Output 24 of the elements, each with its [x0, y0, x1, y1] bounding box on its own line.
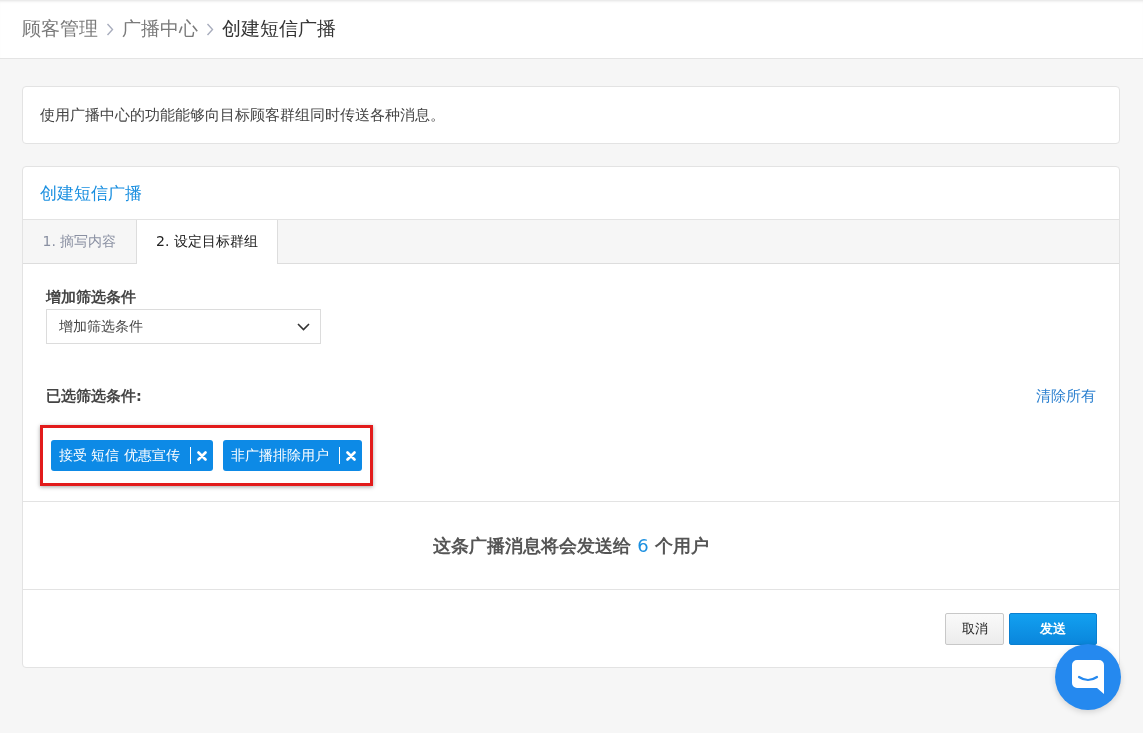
- breadcrumb-link[interactable]: 顾客管理: [22, 16, 98, 42]
- step-tab[interactable]: 2. 设定目标群组: [136, 220, 278, 264]
- chevron-right-icon: [106, 22, 114, 36]
- filter-field-label: 增加筛选条件: [46, 288, 136, 307]
- remove-filter-button[interactable]: [189, 447, 207, 464]
- breadcrumb-link[interactable]: 创建短信广播: [222, 16, 336, 42]
- breadcrumb-link[interactable]: 广播中心: [122, 16, 198, 42]
- clear-all-link[interactable]: 清除所有: [1036, 386, 1096, 406]
- chevron-right-icon: [206, 22, 214, 36]
- chat-bubble-icon: [1072, 660, 1104, 694]
- filter-dropdown[interactable]: 增加筛选条件: [46, 309, 321, 344]
- notice-text: 使用广播中心的功能能够向目标顾客群组同时传送各种消息。: [40, 105, 445, 125]
- filter-name: 非广播排除用户: [230, 446, 329, 465]
- panel-title: 创建短信广播: [40, 181, 142, 205]
- selected-filters-label: 已选筛选条件:: [46, 387, 142, 406]
- remove-filter-button[interactable]: [338, 447, 356, 464]
- recipient-summary: 这条广播消息将会发送给 6 个用户: [433, 533, 709, 558]
- close-icon: [345, 450, 356, 461]
- chevron-down-icon: [297, 322, 310, 331]
- send-button[interactable]: 发送: [1009, 612, 1097, 645]
- cancel-button[interactable]: 取消: [945, 612, 1004, 645]
- filter-name: 接受 短信 优惠宣传: [59, 446, 180, 465]
- close-icon: [196, 450, 207, 461]
- chat-launcher-button[interactable]: [1055, 644, 1121, 710]
